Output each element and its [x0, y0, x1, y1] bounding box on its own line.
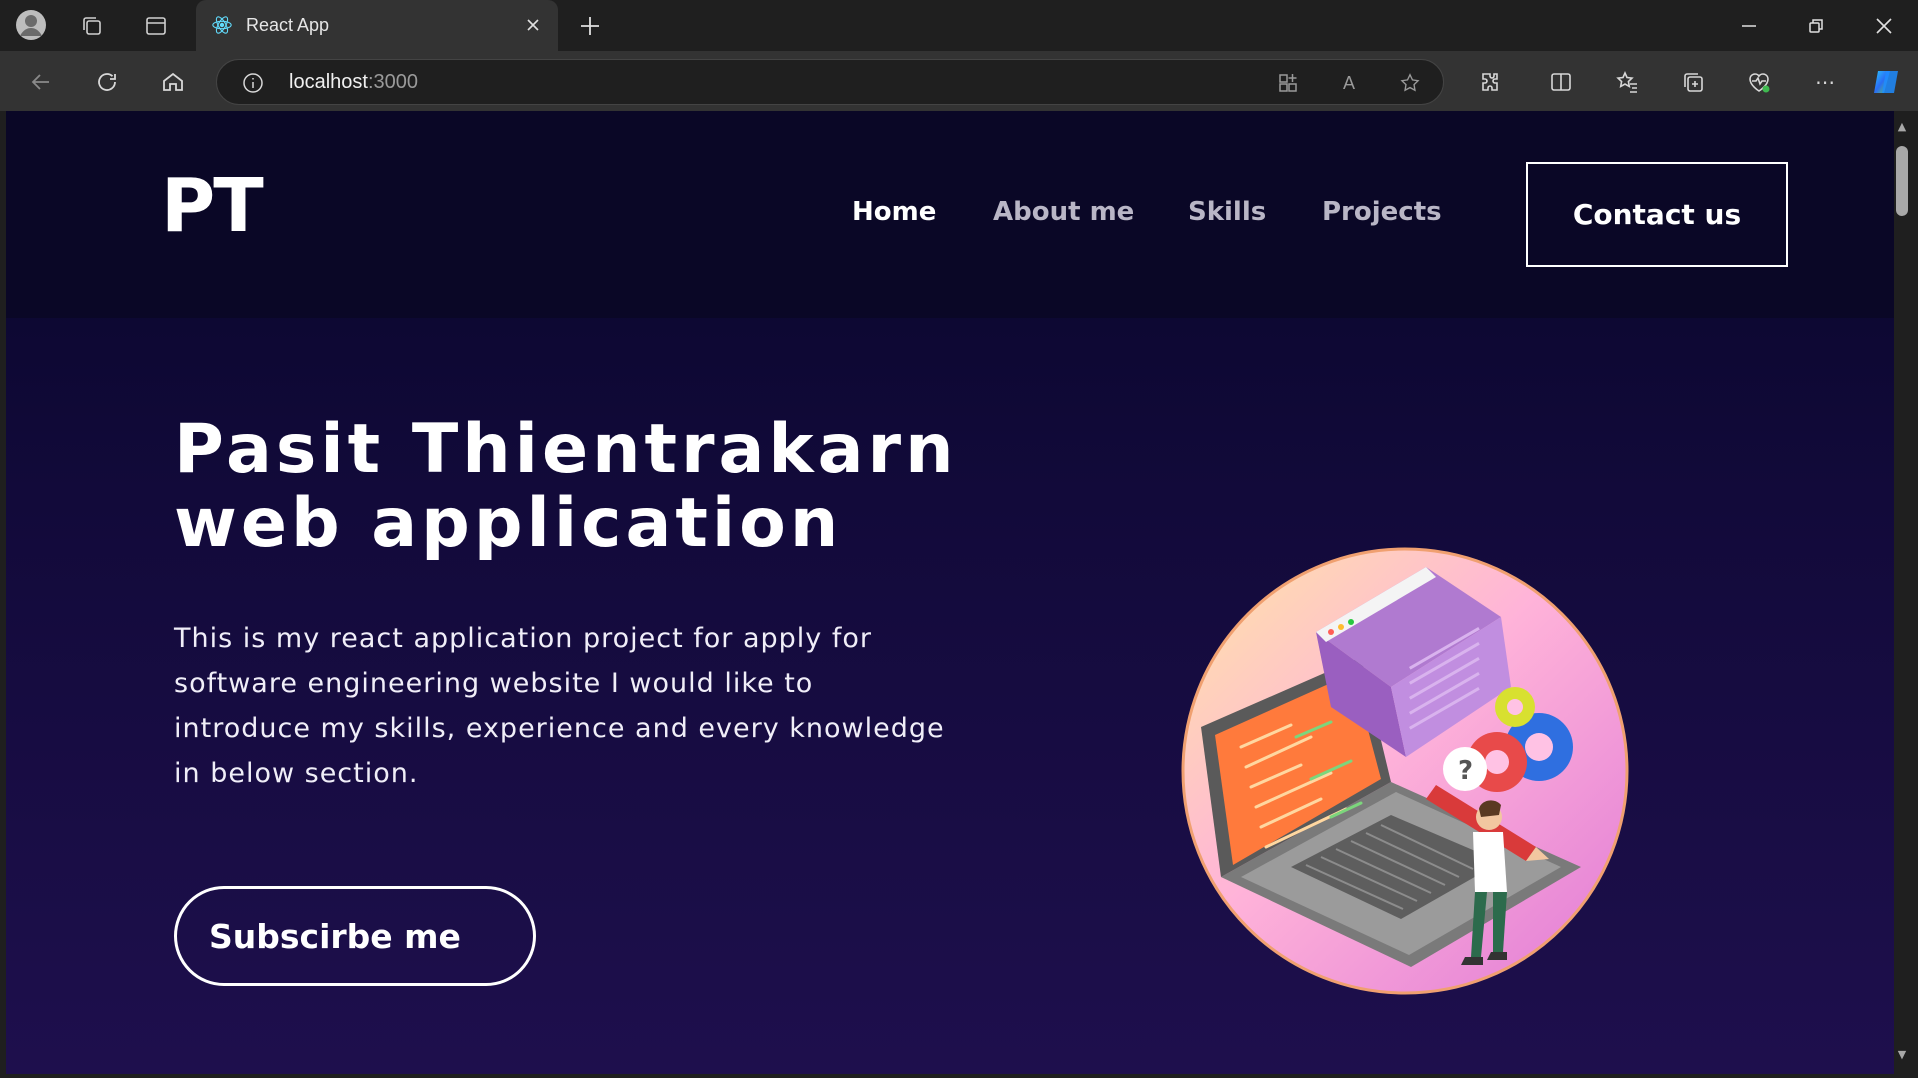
address-bar[interactable]: localhost:3000 A	[216, 59, 1444, 105]
split-screen-icon[interactable]	[1546, 67, 1576, 97]
nav-about-me[interactable]: About me	[993, 197, 1134, 227]
collections-icon[interactable]	[1678, 67, 1708, 97]
contact-us-button[interactable]: Contact us	[1526, 162, 1788, 267]
nav-home[interactable]: Home	[852, 197, 936, 227]
page-scrollbar[interactable]	[1894, 111, 1918, 1074]
window-close-icon[interactable]	[1870, 12, 1898, 40]
react-favicon	[210, 13, 234, 37]
tab-title: React App	[246, 15, 330, 35]
browser-toolbar: localhost:3000 A ⋯	[0, 51, 1918, 111]
scroll-down-arrow-icon[interactable]: ▼	[1895, 1048, 1909, 1062]
url-text[interactable]: localhost:3000	[289, 71, 418, 94]
info-icon[interactable]	[241, 71, 265, 95]
new-tab-icon[interactable]	[576, 12, 604, 40]
more-icon[interactable]: ⋯	[1810, 67, 1840, 97]
subscribe-button[interactable]: Subscirbe me	[174, 886, 536, 986]
home-icon[interactable]	[158, 67, 188, 97]
refresh-icon[interactable]	[92, 67, 122, 97]
page-viewport: PT Home About me Skills Projects Contact…	[6, 111, 1894, 1074]
restore-icon[interactable]	[1802, 12, 1830, 40]
hero-title-line-1: Pasit Thientrakarn	[174, 410, 958, 489]
scroll-up-arrow-icon[interactable]: ▲	[1895, 120, 1909, 134]
tab-strip: React App	[0, 0, 1918, 51]
active-tab[interactable]: React App	[196, 0, 558, 51]
favorite-star-icon[interactable]	[1397, 70, 1423, 96]
hero-description: This is my react application project for…	[174, 623, 945, 789]
hero-title: Pasit Thientrakarn web application	[174, 413, 994, 561]
nav-projects[interactable]: Projects	[1322, 197, 1442, 227]
nav-skills[interactable]: Skills	[1188, 197, 1266, 227]
close-icon[interactable]	[522, 14, 544, 36]
profile-icon[interactable]	[14, 8, 48, 42]
workspaces-icon[interactable]	[78, 12, 106, 40]
minimize-icon[interactable]	[1735, 12, 1763, 40]
read-aloud-icon[interactable]: A	[1336, 70, 1362, 96]
favorites-icon[interactable]	[1612, 67, 1642, 97]
apps-icon[interactable]	[1275, 70, 1301, 96]
site-logo[interactable]: PT	[161, 163, 264, 249]
back-icon[interactable]	[26, 67, 56, 97]
scroll-thumb[interactable]	[1896, 146, 1908, 216]
hero-title-line-2: web application	[174, 484, 843, 563]
copilot-icon[interactable]	[1868, 63, 1906, 101]
site-navbar: PT Home About me Skills Projects Contact…	[6, 111, 1894, 318]
tab-actions-icon[interactable]	[142, 12, 170, 40]
browser-essentials-icon[interactable]	[1744, 67, 1774, 97]
extensions-icon[interactable]	[1475, 67, 1505, 97]
developer-illustration: ?	[1181, 547, 1629, 995]
svg-text:?: ?	[1458, 756, 1473, 786]
